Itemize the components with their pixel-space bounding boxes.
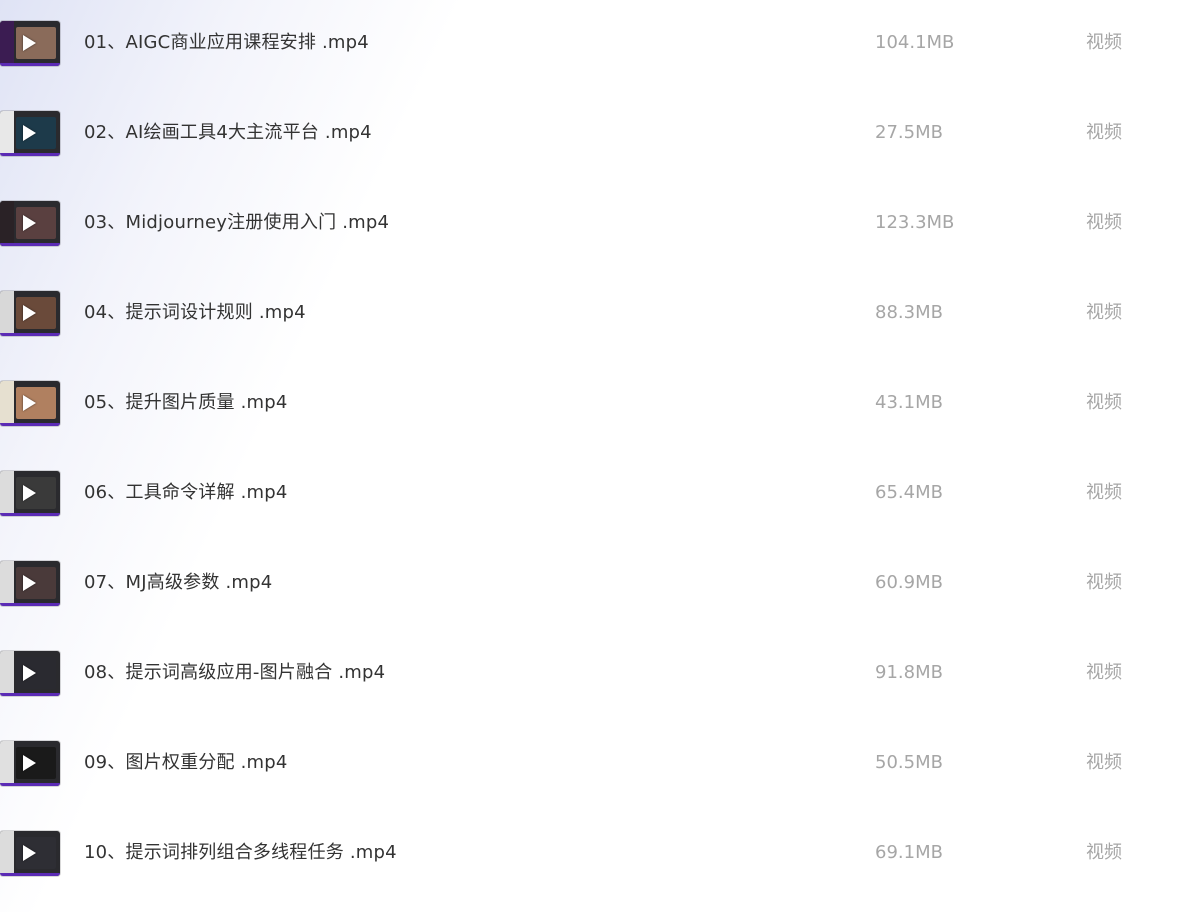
file-type: 视频 bbox=[1086, 842, 1122, 863]
thumbnail-image bbox=[16, 837, 56, 869]
video-thumbnail[interactable] bbox=[0, 651, 60, 696]
file-type: 视频 bbox=[1086, 752, 1122, 773]
file-size: 43.1MB bbox=[875, 392, 943, 413]
file-size: 65.4MB bbox=[875, 482, 943, 503]
file-size: 88.3MB bbox=[875, 302, 943, 323]
thumbnail-progress-bar bbox=[0, 693, 60, 696]
file-size: 91.8MB bbox=[875, 662, 943, 683]
play-icon[interactable] bbox=[23, 35, 36, 51]
thumbnail-image bbox=[16, 207, 56, 239]
thumbnail-progress-bar bbox=[0, 873, 60, 876]
file-type: 视频 bbox=[1086, 32, 1122, 53]
thumbnail-frame bbox=[0, 111, 14, 156]
video-thumbnail[interactable] bbox=[0, 471, 60, 516]
play-icon[interactable] bbox=[23, 845, 36, 861]
file-list: 01、AIGC商业应用课程安排 .mp4 104.1MB 视频 02、AI绘画工… bbox=[0, 0, 1200, 912]
file-size: 104.1MB bbox=[875, 32, 955, 53]
thumbnail-image bbox=[16, 477, 56, 509]
play-icon[interactable] bbox=[23, 755, 36, 771]
video-thumbnail[interactable] bbox=[0, 831, 60, 876]
thumbnail-frame bbox=[0, 561, 14, 606]
file-list-page: 01、AIGC商业应用课程安排 .mp4 104.1MB 视频 02、AI绘画工… bbox=[0, 0, 1200, 912]
thumbnail-image bbox=[16, 747, 56, 779]
file-name[interactable]: 03、Midjourney注册使用入门 .mp4 bbox=[84, 210, 389, 236]
file-type: 视频 bbox=[1086, 662, 1122, 683]
play-icon[interactable] bbox=[23, 125, 36, 141]
video-thumbnail[interactable] bbox=[0, 291, 60, 336]
file-row[interactable]: 02、AI绘画工具4大主流平台 .mp4 27.5MB 视频 bbox=[0, 90, 1200, 180]
thumbnail-progress-bar bbox=[0, 333, 60, 336]
file-row[interactable]: 01、AIGC商业应用课程安排 .mp4 104.1MB 视频 bbox=[0, 0, 1200, 90]
file-name[interactable]: 04、提示词设计规则 .mp4 bbox=[84, 300, 306, 326]
file-name[interactable]: 01、AIGC商业应用课程安排 .mp4 bbox=[84, 30, 369, 56]
thumbnail-image bbox=[16, 567, 56, 599]
video-thumbnail[interactable] bbox=[0, 561, 60, 606]
play-icon[interactable] bbox=[23, 395, 36, 411]
file-type: 视频 bbox=[1086, 482, 1122, 503]
file-type: 视频 bbox=[1086, 392, 1122, 413]
file-type: 视频 bbox=[1086, 122, 1122, 143]
file-size: 69.1MB bbox=[875, 842, 943, 863]
thumbnail-progress-bar bbox=[0, 513, 60, 516]
thumbnail-frame bbox=[0, 471, 14, 516]
file-type: 视频 bbox=[1086, 302, 1122, 323]
video-thumbnail[interactable] bbox=[0, 741, 60, 786]
thumbnail-frame bbox=[0, 21, 14, 66]
thumbnail-progress-bar bbox=[0, 423, 60, 426]
file-name[interactable]: 08、提示词高级应用-图片融合 .mp4 bbox=[84, 660, 385, 686]
thumbnail-image bbox=[16, 117, 56, 149]
play-icon[interactable] bbox=[23, 665, 36, 681]
file-row[interactable]: 04、提示词设计规则 .mp4 88.3MB 视频 bbox=[0, 270, 1200, 360]
file-row[interactable]: 07、MJ高级参数 .mp4 60.9MB 视频 bbox=[0, 540, 1200, 630]
file-size: 60.9MB bbox=[875, 572, 943, 593]
thumbnail-frame bbox=[0, 651, 14, 696]
play-icon[interactable] bbox=[23, 485, 36, 501]
thumbnail-frame bbox=[0, 381, 14, 426]
thumbnail-image bbox=[16, 387, 56, 419]
file-size: 27.5MB bbox=[875, 122, 943, 143]
video-thumbnail[interactable] bbox=[0, 201, 60, 246]
file-name[interactable]: 06、工具命令详解 .mp4 bbox=[84, 480, 288, 506]
file-size: 123.3MB bbox=[875, 212, 955, 233]
video-thumbnail[interactable] bbox=[0, 111, 60, 156]
play-icon[interactable] bbox=[23, 215, 36, 231]
thumbnail-progress-bar bbox=[0, 783, 60, 786]
thumbnail-progress-bar bbox=[0, 63, 60, 66]
video-thumbnail[interactable] bbox=[0, 21, 60, 66]
thumbnail-frame bbox=[0, 741, 14, 786]
file-name[interactable]: 09、图片权重分配 .mp4 bbox=[84, 750, 288, 776]
file-type: 视频 bbox=[1086, 212, 1122, 233]
play-icon[interactable] bbox=[23, 305, 36, 321]
thumbnail-progress-bar bbox=[0, 603, 60, 606]
thumbnail-frame bbox=[0, 291, 14, 336]
video-thumbnail[interactable] bbox=[0, 381, 60, 426]
thumbnail-frame bbox=[0, 831, 14, 876]
file-name[interactable]: 05、提升图片质量 .mp4 bbox=[84, 390, 288, 416]
play-icon[interactable] bbox=[23, 575, 36, 591]
thumbnail-image bbox=[16, 657, 56, 689]
thumbnail-image bbox=[16, 297, 56, 329]
thumbnail-progress-bar bbox=[0, 243, 60, 246]
thumbnail-progress-bar bbox=[0, 153, 60, 156]
file-row[interactable]: 10、提示词排列组合多线程任务 .mp4 69.1MB 视频 bbox=[0, 810, 1200, 900]
thumbnail-frame bbox=[0, 201, 14, 246]
file-row[interactable]: 06、工具命令详解 .mp4 65.4MB 视频 bbox=[0, 450, 1200, 540]
file-row[interactable]: 09、图片权重分配 .mp4 50.5MB 视频 bbox=[0, 720, 1200, 810]
file-type: 视频 bbox=[1086, 572, 1122, 593]
file-row[interactable]: 03、Midjourney注册使用入门 .mp4 123.3MB 视频 bbox=[0, 180, 1200, 270]
file-name[interactable]: 02、AI绘画工具4大主流平台 .mp4 bbox=[84, 120, 372, 146]
file-row[interactable]: 05、提升图片质量 .mp4 43.1MB 视频 bbox=[0, 360, 1200, 450]
file-name[interactable]: 07、MJ高级参数 .mp4 bbox=[84, 570, 272, 596]
thumbnail-image bbox=[16, 27, 56, 59]
file-row[interactable]: 08、提示词高级应用-图片融合 .mp4 91.8MB 视频 bbox=[0, 630, 1200, 720]
file-name[interactable]: 10、提示词排列组合多线程任务 .mp4 bbox=[84, 840, 397, 866]
file-size: 50.5MB bbox=[875, 752, 943, 773]
